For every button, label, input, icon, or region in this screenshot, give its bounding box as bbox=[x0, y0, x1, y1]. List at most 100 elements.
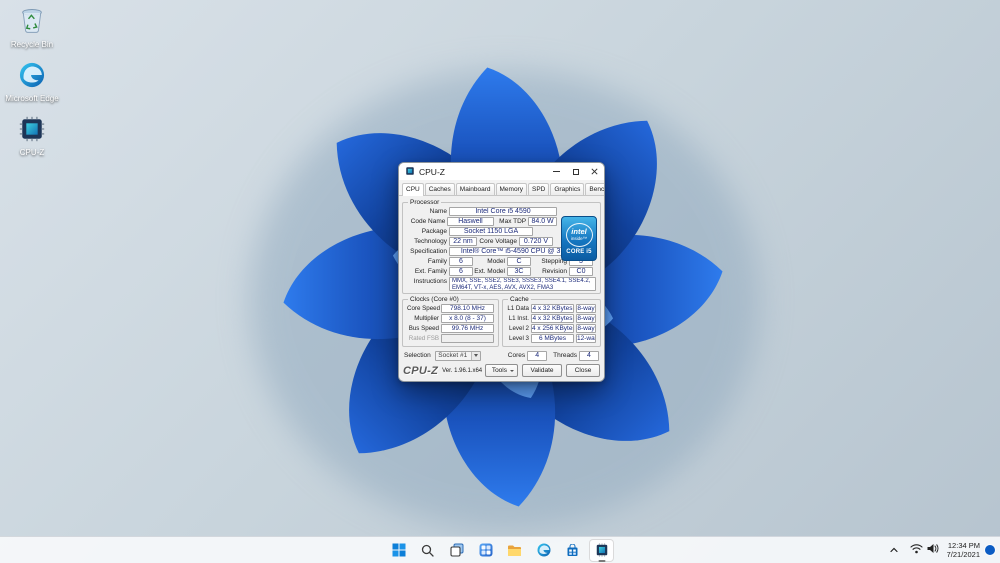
tools-button[interactable]: Tools bbox=[484, 364, 518, 377]
tab-mainboard[interactable]: Mainboard bbox=[455, 183, 495, 195]
notifications-badge[interactable] bbox=[985, 545, 995, 555]
core-voltage-value: 0.720 V bbox=[519, 237, 553, 246]
cores-label: Cores bbox=[507, 352, 526, 359]
rated-fsb-value bbox=[441, 334, 494, 343]
socket-selection-value: Socket #1 bbox=[438, 352, 468, 359]
desktop-icon-label: Recycle Bin bbox=[10, 40, 54, 49]
cpuz-window: CPU-Z CPU Caches Mainboard Memory SPD Gr… bbox=[398, 162, 605, 382]
close-button[interactable]: Close bbox=[566, 364, 600, 377]
tab-cpu[interactable]: CPU bbox=[402, 183, 424, 196]
level3-size: 6 MBytes bbox=[531, 334, 574, 343]
threads-value: 4 bbox=[579, 350, 599, 361]
l1-inst-label: L1 Inst. bbox=[508, 314, 529, 322]
max-tdp-value: 84.0 W bbox=[528, 217, 557, 226]
package-value: Socket 1150 LGA bbox=[449, 227, 533, 236]
cpu-chip-icon bbox=[19, 116, 45, 147]
cache-groupbox: Cache L1 Data 4 x 32 KBytes 8-way L1 Ins… bbox=[502, 296, 601, 347]
store-button[interactable] bbox=[560, 539, 585, 562]
validate-button[interactable]: Validate bbox=[522, 364, 562, 377]
cpuz-logo: CPU-Z bbox=[403, 364, 439, 377]
wifi-icon bbox=[910, 541, 923, 559]
minimize-button[interactable] bbox=[547, 163, 566, 180]
clock-time: 12:34 PM bbox=[947, 541, 980, 550]
ext-model-label: Ext. Model bbox=[474, 268, 505, 275]
bus-speed-value: 99.76 MHz bbox=[441, 324, 494, 333]
socket-selection-dropdown[interactable]: Socket #1 bbox=[434, 350, 481, 361]
version-text: Ver. 1.96.1.x64 bbox=[442, 367, 483, 374]
tab-memory[interactable]: Memory bbox=[495, 183, 527, 195]
model-label: Model bbox=[487, 258, 505, 265]
tab-bar: CPU Caches Mainboard Memory SPD Graphics… bbox=[399, 180, 604, 196]
level2-assoc: 8-way bbox=[576, 324, 596, 333]
search-button[interactable] bbox=[415, 539, 440, 562]
level2-label: Level 2 bbox=[509, 324, 529, 332]
taskbar-cpuz-button[interactable] bbox=[589, 538, 614, 562]
window-footer: CPU-Z Ver. 1.96.1.x64 Tools Validate Clo… bbox=[402, 364, 601, 378]
core-speed-value: 798.10 MHz bbox=[441, 304, 494, 313]
level2-size: 4 x 256 KBytes bbox=[531, 324, 574, 333]
instructions-value: MMX, SSE, SSE2, SSE3, SSSE3, SSE4.1, SSE… bbox=[449, 277, 596, 291]
multiplier-label: Multiplier bbox=[414, 314, 439, 322]
instructions-label: Instructions bbox=[413, 278, 447, 285]
cpu-tab-content: Processor intel inside™ CORE i5 Name Int… bbox=[399, 196, 604, 381]
clocks-groupbox: Clocks (Core #0) Core Speed 798.10 MHz M… bbox=[402, 296, 499, 347]
intel-logo: intel inside™ bbox=[565, 222, 593, 247]
rated-fsb-label: Rated FSB bbox=[408, 334, 439, 342]
package-label: Package bbox=[421, 228, 447, 235]
clock-date: 7/21/2021 bbox=[946, 550, 980, 559]
desktop-icon-recycle-bin[interactable]: Recycle Bin bbox=[2, 6, 62, 49]
file-explorer-button[interactable] bbox=[502, 539, 527, 562]
technology-value: 22 nm bbox=[449, 237, 477, 246]
task-view-button[interactable] bbox=[444, 539, 469, 562]
technology-label: Technology bbox=[414, 238, 447, 245]
code-name-value: Haswell bbox=[447, 217, 494, 226]
desktop-icon-cpuz[interactable]: CPU-Z bbox=[2, 116, 62, 157]
bus-speed-label: Bus Speed bbox=[408, 324, 439, 332]
tab-graphics[interactable]: Graphics bbox=[550, 183, 585, 195]
edge-icon bbox=[19, 62, 45, 93]
tab-caches[interactable]: Caches bbox=[424, 183, 455, 195]
clocks-legend: Clocks (Core #0) bbox=[410, 296, 459, 303]
cores-value: 4 bbox=[527, 350, 548, 361]
revision-label: Revision bbox=[542, 268, 567, 275]
volume-icon bbox=[926, 541, 939, 559]
threads-label: Threads bbox=[553, 352, 577, 359]
tab-spd[interactable]: SPD bbox=[527, 183, 550, 195]
maximize-button[interactable] bbox=[566, 163, 585, 180]
hidden-icons-chevron[interactable] bbox=[886, 544, 902, 556]
desktop-icon-grid: Recycle Bin Microsoft Edge CPU-Z bbox=[2, 6, 62, 157]
window-titlebar[interactable]: CPU-Z bbox=[399, 163, 604, 180]
start-button[interactable] bbox=[386, 539, 411, 562]
window-title: CPU-Z bbox=[419, 166, 445, 177]
desktop-icon-label: Microsoft Edge bbox=[5, 94, 59, 103]
level3-label: Level 3 bbox=[509, 334, 529, 342]
l1-data-assoc: 8-way bbox=[576, 304, 596, 313]
l1-inst-size: 4 x 32 KBytes bbox=[531, 314, 574, 323]
taskbar-clock[interactable]: 12:34 PM 7/21/2021 bbox=[947, 541, 980, 559]
dropdown-arrow-icon[interactable] bbox=[470, 351, 480, 360]
system-tray: 12:34 PM 7/21/2021 bbox=[886, 537, 995, 563]
widgets-button[interactable] bbox=[473, 539, 498, 562]
selection-row: Selection Socket #1 Cores 4 Threads 4 bbox=[402, 350, 601, 361]
level3-assoc: 12-way bbox=[576, 334, 596, 343]
name-value: Intel Core i5 4590 bbox=[449, 207, 557, 216]
desktop-icon-edge[interactable]: Microsoft Edge bbox=[2, 62, 62, 103]
revision-value: C0 bbox=[569, 267, 593, 276]
recycle-bin-icon bbox=[18, 6, 46, 39]
tab-bench[interactable]: Bench bbox=[585, 183, 604, 195]
ext-family-label: Ext. Family bbox=[414, 268, 447, 275]
model-value: C bbox=[507, 257, 531, 266]
close-window-button[interactable] bbox=[585, 163, 604, 180]
name-label: Name bbox=[429, 208, 447, 215]
edge-button[interactable] bbox=[531, 539, 556, 562]
ext-model-value: 3C bbox=[507, 267, 531, 276]
intel-core-i5-badge: intel inside™ CORE i5 bbox=[561, 216, 597, 261]
desktop-icon-label: CPU-Z bbox=[19, 148, 45, 157]
l1-inst-assoc: 8-way bbox=[576, 314, 596, 323]
processor-legend: Processor bbox=[410, 199, 440, 206]
core-speed-label: Core Speed bbox=[407, 304, 441, 312]
l1-data-label: L1 Data bbox=[507, 304, 529, 312]
network-volume-group[interactable] bbox=[907, 539, 942, 561]
max-tdp-label: Max TDP bbox=[499, 218, 527, 225]
specification-label: Specification bbox=[410, 248, 447, 255]
